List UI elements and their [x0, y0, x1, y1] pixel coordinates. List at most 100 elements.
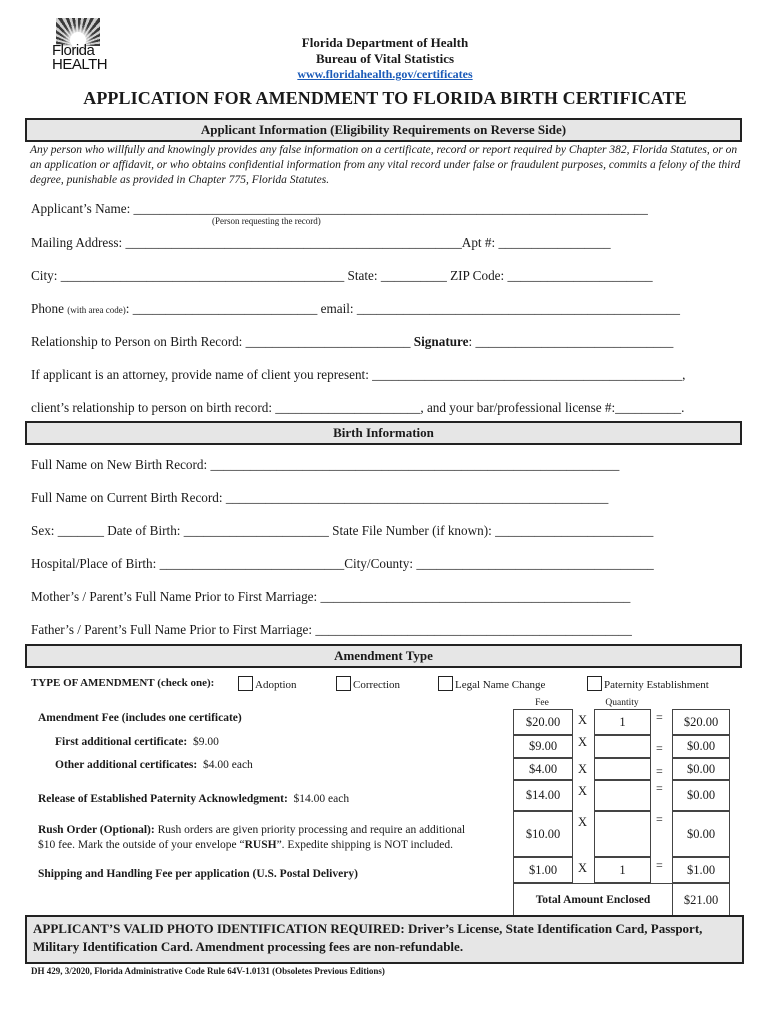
rush-text2a: $10 fee. Mark the outside of your envelo…: [38, 839, 245, 851]
bureau-name: Bureau of Vital Statistics: [315, 51, 455, 66]
sex-dob-filenumber-fields[interactable]: Sex: _______ Date of Birth: ____________…: [31, 523, 653, 539]
mailing-address-field[interactable]: Mailing Address: _______________________…: [31, 235, 611, 251]
sex-label: Sex:: [31, 523, 55, 538]
total-amount-label: Total Amount Enclosed: [513, 883, 673, 917]
applicant-name-hint: (Person requesting the record): [212, 216, 321, 226]
equals-sign: =: [656, 741, 663, 755]
relationship-label: Relationship to Person on Birth Record:: [31, 334, 243, 349]
equals-sign: =: [656, 858, 663, 872]
multiply-sign: X: [578, 815, 588, 829]
client-relationship-license-fields[interactable]: client’s relationship to person on birth…: [31, 400, 684, 416]
applicant-section-header: Applicant Information (Eligibility Requi…: [25, 118, 742, 142]
line-total-cell: $0.00: [672, 780, 730, 811]
checkbox-paternity[interactable]: Paternity Establishment: [587, 676, 709, 691]
mailing-address-label: Mailing Address:: [31, 235, 123, 250]
file-number-label: State File Number (if known):: [332, 523, 492, 538]
quantity-input[interactable]: 1: [594, 857, 651, 883]
false-info-warning: Any person who willfully and knowingly p…: [30, 144, 741, 186]
mother-name-field[interactable]: Mother’s / Parent’s Full Name Prior to F…: [31, 589, 630, 605]
client-relationship-label: client’s relationship to person on birth…: [31, 400, 272, 415]
new-name-field[interactable]: Full Name on New Birth Record: _________…: [31, 457, 619, 473]
current-name-field[interactable]: Full Name on Current Birth Record: _____…: [31, 490, 608, 506]
legal-name-change-label: Legal Name Change: [455, 679, 546, 691]
multiply-sign: X: [578, 713, 588, 727]
rush-text2c: ”. Expedite shipping is NOT included.: [276, 839, 453, 851]
quantity-input[interactable]: [594, 735, 651, 758]
other-add-label: Other additional certificates:: [55, 759, 198, 771]
checkbox-legal-name-change[interactable]: Legal Name Change: [438, 676, 545, 691]
email-label: email:: [320, 301, 354, 316]
multiply-sign: X: [578, 784, 588, 798]
city-label: City:: [31, 268, 58, 283]
equals-sign: =: [656, 812, 663, 826]
checkbox-icon[interactable]: [438, 676, 453, 691]
multiply-sign: X: [578, 735, 588, 749]
current-name-label: Full Name on Current Birth Record:: [31, 490, 223, 505]
attorney-client-field[interactable]: If applicant is an attorney, provide nam…: [31, 367, 685, 383]
city-state-zip-fields[interactable]: City: __________________________________…: [31, 268, 653, 284]
quantity-input[interactable]: [594, 758, 651, 780]
line-total-cell: $0.00: [672, 735, 730, 758]
checkbox-adoption[interactable]: Adoption: [238, 676, 297, 691]
first-additional-cert: First additional certificate: $9.00: [55, 736, 219, 748]
attorney-label: If applicant is an attorney, provide nam…: [31, 367, 369, 382]
fee-column-header: Fee: [535, 698, 549, 708]
form-footer: DH 429, 3/2020, Florida Administrative C…: [31, 966, 385, 976]
line-total-cell: $1.00: [672, 857, 730, 883]
first-add-value: $9.00: [192, 736, 219, 748]
correction-label: Correction: [353, 679, 401, 691]
checkbox-correction[interactable]: Correction: [336, 676, 400, 691]
zip-label: ZIP Code:: [450, 268, 505, 283]
quantity-input[interactable]: 1: [594, 709, 651, 735]
adoption-label: Adoption: [255, 679, 297, 691]
amendment-type-row: TYPE OF AMENDMENT (check one):: [31, 677, 214, 689]
shipping-fee-label: Shipping and Handling Fee per applicatio…: [38, 868, 358, 880]
multiply-sign: X: [578, 861, 588, 875]
father-name-field[interactable]: Father’s / Parent’s Full Name Prior to F…: [31, 622, 632, 638]
hospital-label: Hospital/Place of Birth:: [31, 556, 157, 571]
state-label: State:: [347, 268, 378, 283]
amendment-section-header: Amendment Type: [25, 644, 742, 668]
checkbox-icon[interactable]: [336, 676, 351, 691]
line-total-cell: $20.00: [672, 709, 730, 735]
website-link[interactable]: www.floridahealth.gov/certificates: [297, 67, 472, 81]
hospital-county-fields[interactable]: Hospital/Place of Birth: _______________…: [31, 556, 654, 572]
other-add-value: $4.00 each: [202, 759, 253, 771]
applicant-name-label: Applicant’s Name:: [31, 201, 131, 216]
phone-email-fields[interactable]: Phone (with area code): ________________…: [31, 301, 680, 317]
dob-label: Date of Birth:: [107, 523, 181, 538]
birth-section-header: Birth Information: [25, 421, 742, 445]
quantity-input[interactable]: [594, 780, 651, 811]
paternity-label: Paternity Establishment: [604, 679, 709, 691]
quantity-input[interactable]: [594, 811, 651, 857]
equals-sign: =: [656, 781, 663, 795]
checkbox-icon[interactable]: [587, 676, 602, 691]
line-total-cell: $0.00: [672, 758, 730, 780]
fee-cell: $1.00: [513, 857, 573, 883]
applicant-name-field[interactable]: Applicant’s Name: ______________________…: [31, 201, 648, 217]
phone-label: Phone: [31, 301, 64, 316]
apt-label: Apt #:: [461, 235, 496, 250]
amendment-type-label: TYPE OF AMENDMENT (check one):: [31, 677, 215, 689]
relationship-signature-fields[interactable]: Relationship to Person on Birth Record: …: [31, 334, 673, 350]
department-name: Florida Department of Health: [301, 35, 469, 50]
county-label: City/County:: [344, 556, 414, 571]
checkbox-icon[interactable]: [238, 676, 253, 691]
quantity-column-header: Quantity: [605, 698, 639, 708]
signature-label: Signature: [413, 334, 469, 349]
rush-order-note: Rush Order (Optional): Rush orders are g…: [38, 823, 508, 853]
fee-cell: $9.00: [513, 735, 573, 758]
photo-id-notice: APPLICANT’S VALID PHOTO IDENTIFICATION R…: [25, 915, 744, 964]
license-label: , and your bar/professional license #:: [420, 400, 616, 415]
rush-keyword: RUSH: [244, 839, 277, 851]
equals-sign: =: [656, 764, 663, 778]
paternity-release-label: Release of Established Paternity Acknowl…: [38, 793, 288, 805]
paternity-release: Release of Established Paternity Acknowl…: [38, 793, 349, 805]
fee-cell: $14.00: [513, 780, 573, 811]
paternity-release-value: $14.00 each: [293, 793, 350, 805]
first-add-label: First additional certificate:: [55, 736, 188, 748]
fee-cell: $10.00: [513, 811, 573, 857]
page-title: APPLICATION FOR AMENDMENT TO FLORIDA BIR…: [83, 88, 687, 108]
father-name-label: Father’s / Parent’s Full Name Prior to F…: [31, 622, 313, 637]
fee-cell: $20.00: [513, 709, 573, 735]
